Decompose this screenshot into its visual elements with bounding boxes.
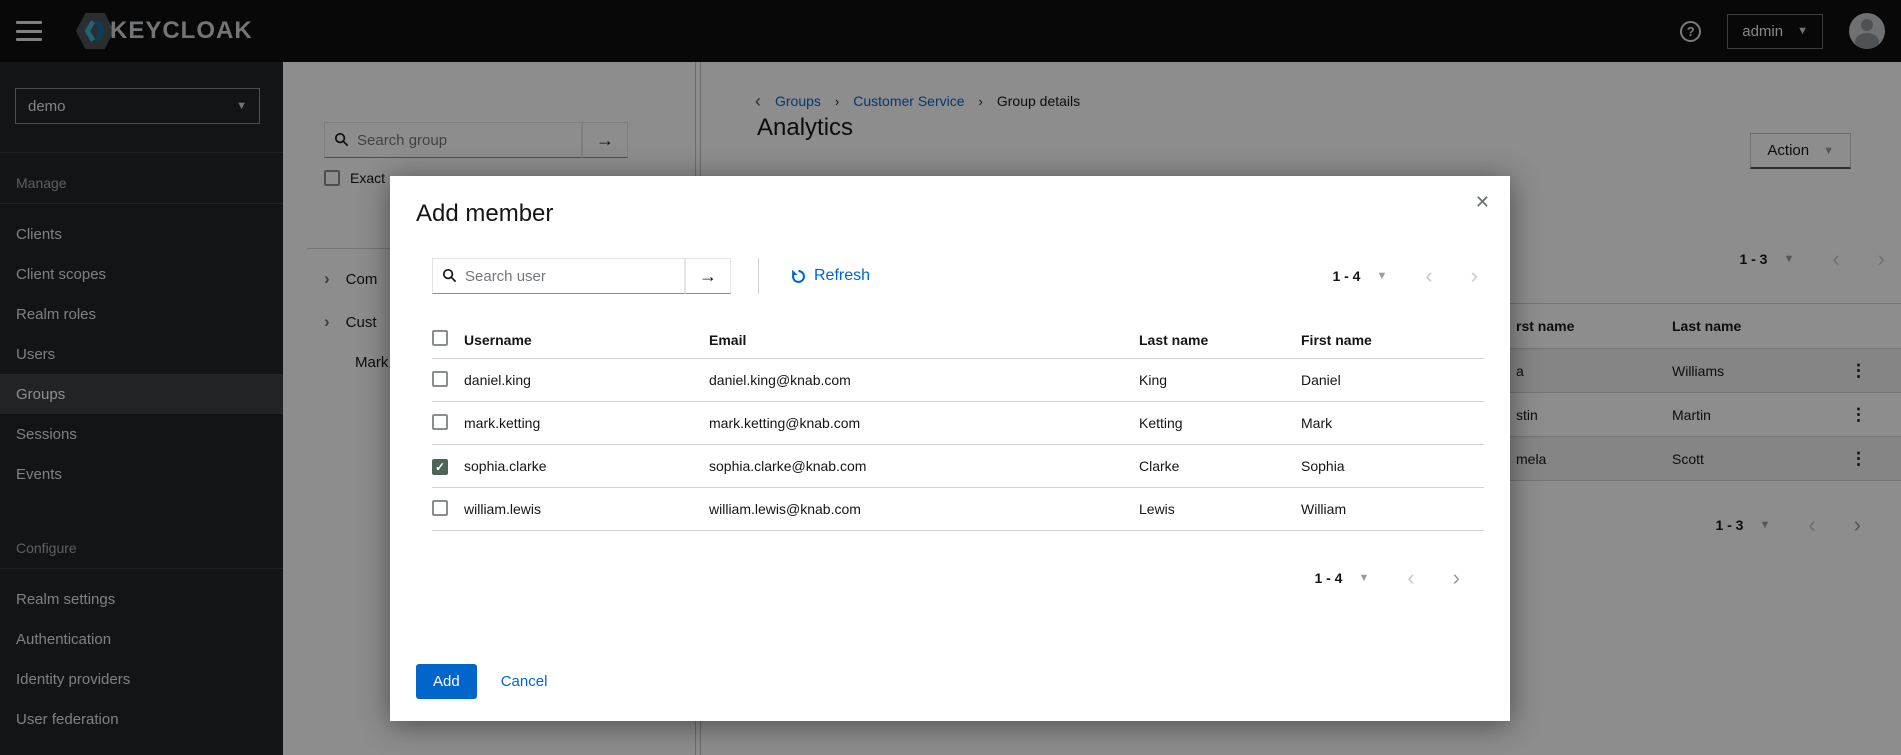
cell-last-name: Clarke: [1139, 458, 1301, 474]
modal-toolbar: → Refresh 1 - 4 ▼ ‹ ›: [432, 258, 1484, 294]
pagination-range[interactable]: 1 - 4: [1332, 268, 1360, 284]
cell-last-name: Lewis: [1139, 501, 1301, 517]
row-checkbox[interactable]: [432, 371, 448, 387]
row-checkbox[interactable]: [432, 500, 448, 516]
cell-email: mark.ketting@knab.com: [709, 415, 1139, 431]
cell-first-name: Sophia: [1301, 458, 1484, 474]
cell-first-name: William: [1301, 501, 1484, 517]
col-first-name: First name: [1301, 332, 1484, 348]
pagination-range[interactable]: 1 - 4: [1314, 570, 1342, 586]
cell-username: sophia.clarke: [464, 458, 709, 474]
col-last-name: Last name: [1139, 332, 1301, 348]
modal-footer: Add Cancel: [416, 664, 547, 699]
caret-down-icon: ▼: [1358, 572, 1369, 584]
cell-username: daniel.king: [464, 372, 709, 388]
table-row: daniel.king daniel.king@knab.com King Da…: [432, 359, 1484, 402]
refresh-button[interactable]: Refresh: [791, 267, 870, 285]
search-icon: [442, 268, 457, 283]
row-checkbox[interactable]: [432, 459, 448, 475]
divider: [758, 258, 759, 294]
user-search-input[interactable]: [432, 258, 685, 294]
table-row: mark.ketting mark.ketting@knab.com Ketti…: [432, 402, 1484, 445]
table-row: sophia.clarke sophia.clarke@knab.com Cla…: [432, 445, 1484, 488]
modal-pagination-bottom: 1 - 4 ▼ ‹ ›: [1314, 567, 1460, 589]
cell-username: mark.ketting: [464, 415, 709, 431]
next-page-button[interactable]: ›: [1471, 265, 1478, 287]
cell-email: sophia.clarke@knab.com: [709, 458, 1139, 474]
user-table-header: Username Email Last name First name: [432, 321, 1484, 359]
next-page-button[interactable]: ›: [1453, 567, 1460, 589]
col-email: Email: [709, 332, 1139, 348]
modal-pagination-top: 1 - 4 ▼ ‹ ›: [1332, 265, 1478, 287]
cell-email: william.lewis@knab.com: [709, 501, 1139, 517]
cell-first-name: Daniel: [1301, 372, 1484, 388]
refresh-label: Refresh: [814, 267, 870, 285]
cell-username: william.lewis: [464, 501, 709, 517]
cell-first-name: Mark: [1301, 415, 1484, 431]
add-button[interactable]: Add: [416, 664, 477, 699]
cell-last-name: Ketting: [1139, 415, 1301, 431]
cancel-button[interactable]: Cancel: [501, 673, 548, 690]
col-username: Username: [464, 332, 709, 348]
row-checkbox[interactable]: [432, 414, 448, 430]
caret-down-icon: ▼: [1376, 270, 1387, 282]
refresh-icon: [791, 269, 806, 284]
table-row: william.lewis william.lewis@knab.com Lew…: [432, 488, 1484, 531]
modal-title: Add member: [416, 200, 1484, 228]
user-table: Username Email Last name First name dani…: [432, 321, 1484, 531]
close-icon[interactable]: ✕: [1475, 192, 1490, 213]
cell-last-name: King: [1139, 372, 1301, 388]
select-all-checkbox[interactable]: [432, 330, 448, 346]
keycloak-admin-console: KEYCLOAK ? admin ▼ demo ▼ Manage Clients…: [0, 0, 1901, 755]
cell-email: daniel.king@knab.com: [709, 372, 1139, 388]
user-search-submit-button[interactable]: →: [685, 258, 731, 294]
prev-page-button[interactable]: ‹: [1407, 567, 1414, 589]
prev-page-button[interactable]: ‹: [1425, 265, 1432, 287]
add-member-modal: Add member ✕ → Refresh 1 - 4: [390, 176, 1510, 721]
